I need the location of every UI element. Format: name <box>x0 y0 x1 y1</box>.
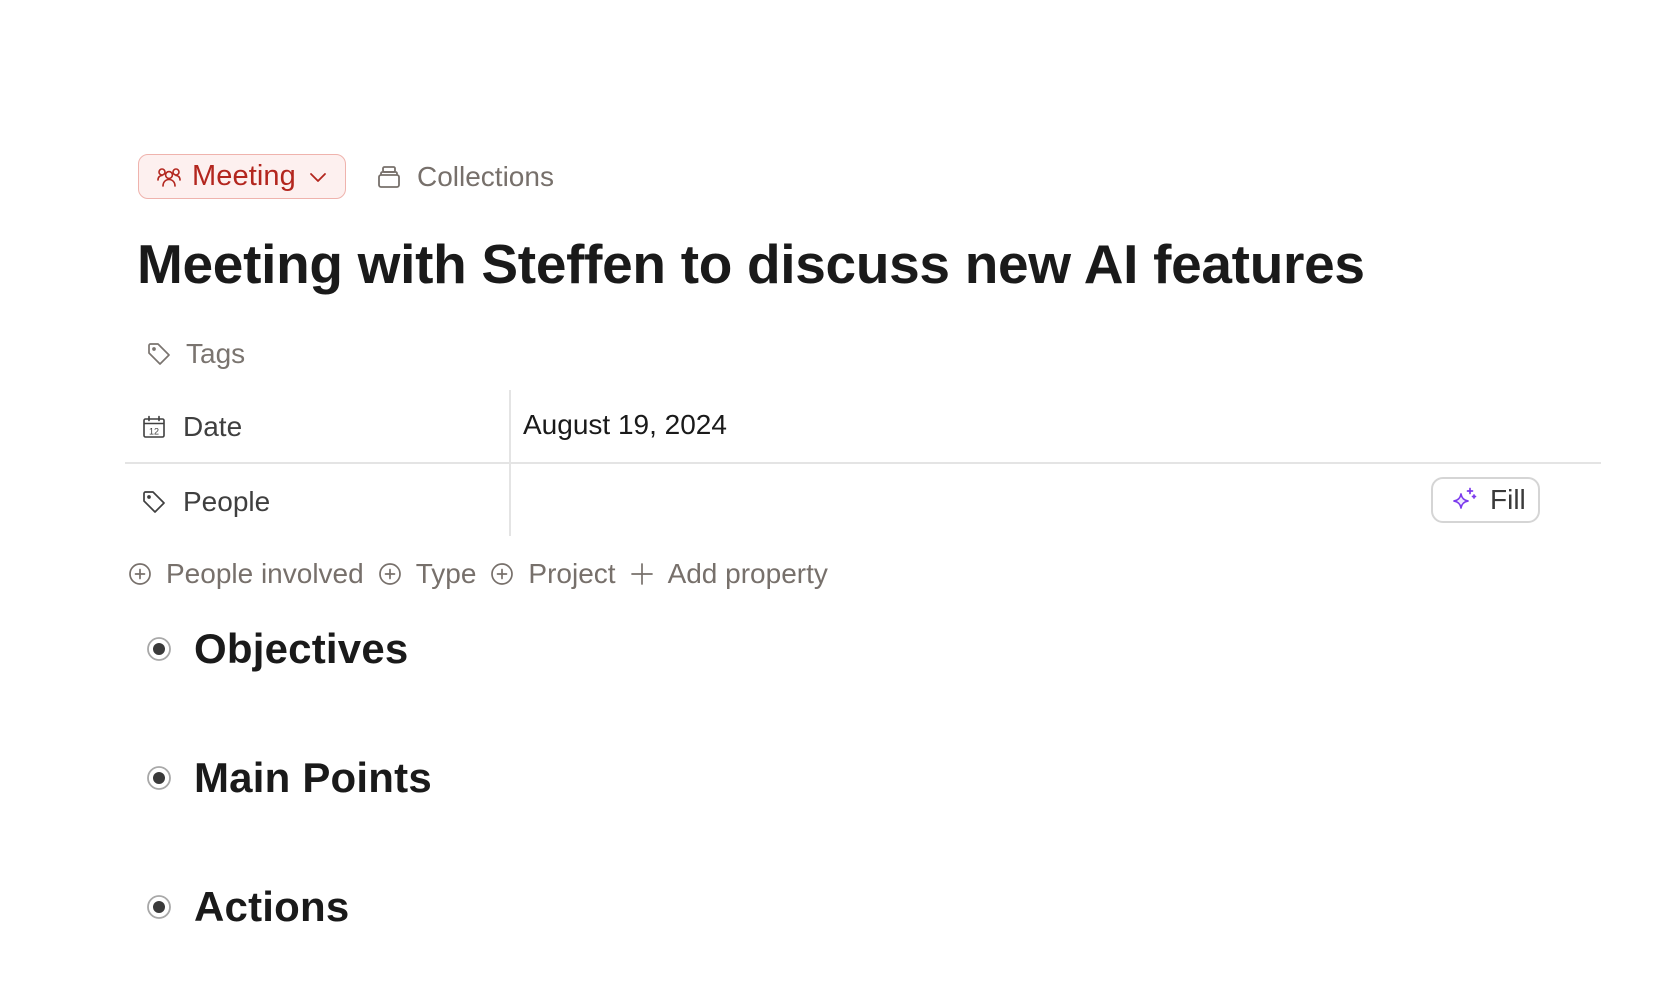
section-heading[interactable]: Main Points <box>194 754 432 802</box>
collections-label: Collections <box>417 160 554 192</box>
property-date-label[interactable]: 12 Date <box>141 407 242 447</box>
section-objectives: Objectives <box>146 624 408 674</box>
add-type-label: Type <box>415 558 477 589</box>
add-property-button[interactable]: Add property <box>630 558 828 590</box>
plus-icon <box>630 562 654 586</box>
section-heading[interactable]: Objectives <box>194 625 408 673</box>
tags-button[interactable]: Tags <box>146 335 245 373</box>
property-date-name: Date <box>183 411 243 442</box>
add-type-button[interactable]: Type <box>378 558 477 590</box>
collapse-toggle-icon[interactable] <box>146 894 172 920</box>
property-date-value[interactable]: August 19, 2024 <box>523 405 727 445</box>
sparkle-icon <box>1450 486 1478 514</box>
add-property-row: People involved Type Project Add propert… <box>128 554 842 594</box>
property-people-label[interactable]: People <box>141 482 270 522</box>
people-group-icon <box>156 166 182 188</box>
property-row-divider <box>125 462 1601 464</box>
add-people-involved-label: People involved <box>166 558 364 589</box>
add-project-label: Project <box>528 558 616 589</box>
add-people-involved-button[interactable]: People involved <box>128 558 364 590</box>
collections-button[interactable]: Collections <box>376 154 554 199</box>
svg-text:12: 12 <box>149 427 159 437</box>
chevron-down-icon <box>308 170 328 184</box>
tags-label: Tags <box>186 338 246 369</box>
add-project-button[interactable]: Project <box>490 558 616 590</box>
add-property-label: Add property <box>667 558 828 589</box>
section-main-points: Main Points <box>146 753 432 803</box>
collapse-toggle-icon[interactable] <box>146 636 172 662</box>
tag-icon <box>141 489 167 515</box>
collapse-toggle-icon[interactable] <box>146 765 172 791</box>
tag-icon <box>146 341 172 367</box>
plus-circle-icon <box>490 562 514 586</box>
plus-circle-icon <box>378 562 402 586</box>
type-selector-button[interactable]: Meeting <box>138 154 346 199</box>
section-actions: Actions <box>146 882 349 932</box>
plus-circle-icon <box>128 562 152 586</box>
calendar-icon: 12 <box>141 414 167 440</box>
fill-label: Fill <box>1490 484 1526 515</box>
page-title[interactable]: Meeting with Steffen to discuss new AI f… <box>137 232 1365 296</box>
ai-fill-button[interactable]: Fill <box>1431 477 1540 523</box>
type-label: Meeting <box>192 160 296 192</box>
property-people-name: People <box>183 486 271 517</box>
section-heading[interactable]: Actions <box>194 883 349 931</box>
property-people-value[interactable] <box>513 466 1413 534</box>
archive-box-icon <box>376 164 402 190</box>
